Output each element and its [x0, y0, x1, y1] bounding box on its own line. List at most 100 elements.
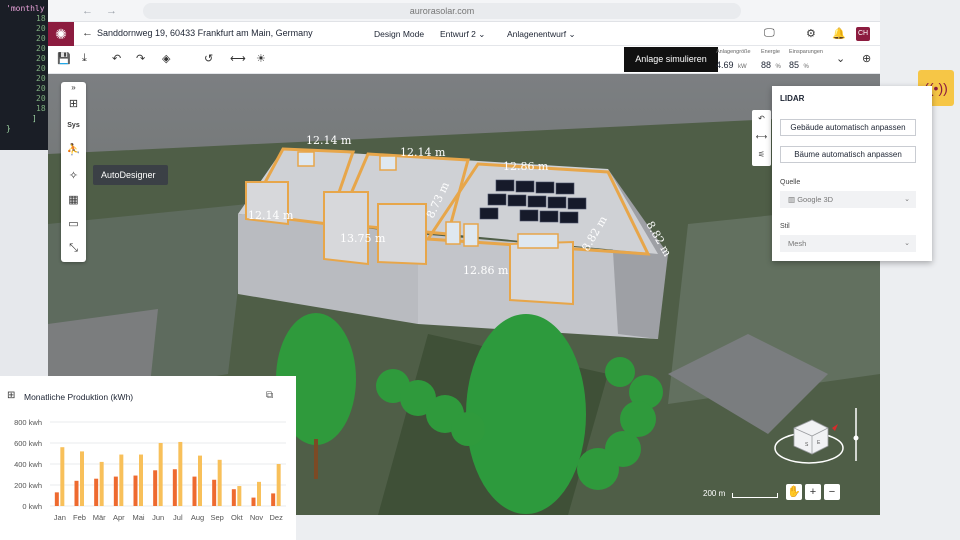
- bar: [237, 486, 242, 506]
- fit-trees-button[interactable]: Bäume automatisch anpassen: [780, 146, 916, 163]
- bar: [133, 475, 138, 506]
- save-icon[interactable]: 💾: [57, 52, 71, 65]
- roof-measure: 13.75 m: [340, 232, 386, 245]
- dormer: [323, 191, 369, 266]
- back-icon[interactable]: ←: [82, 27, 93, 39]
- bar: [60, 447, 65, 506]
- person-icon[interactable]: ⛹: [61, 140, 86, 160]
- settings-icon[interactable]: ⚙: [806, 27, 816, 40]
- measure-view-icon[interactable]: ⟷: [752, 128, 771, 146]
- chevron-down-icon: ⌄: [478, 29, 486, 39]
- chart-title: Monatliche Produktion (kWh): [24, 392, 134, 402]
- style-label: Stil: [780, 223, 790, 230]
- tree: [605, 357, 635, 387]
- sun-icon[interactable]: ☀: [256, 52, 266, 65]
- table-icon: ⊞: [7, 390, 16, 401]
- map-icon: ▥: [788, 195, 796, 204]
- tree: [466, 314, 586, 514]
- tree: [451, 412, 485, 446]
- roof-measure: 12.86 m: [503, 160, 549, 173]
- panel-grid-icon[interactable]: ▦: [61, 190, 86, 210]
- globe-icon[interactable]: ⊕: [862, 52, 871, 65]
- style-select[interactable]: Mesh ⌄: [780, 235, 916, 252]
- compass[interactable]: S E: [772, 406, 862, 476]
- y-tick-label: 600 kwh: [14, 439, 42, 448]
- rotate-view-icon[interactable]: ↶: [752, 110, 771, 128]
- monthly-production-chart: 0 kwh 200 kwh 400 kwh 600 kwh 800 kwh Jan Feb M…: [14, 418, 286, 522]
- bar: [113, 476, 118, 506]
- rotate-icon[interactable]: ↺: [204, 52, 213, 65]
- collapse-icon[interactable]: »: [61, 82, 86, 94]
- monthly-production-card: ⊞ Monatliche Produktion (kWh) ⧉ 0 kwh 200…: [0, 376, 296, 540]
- tune-icon[interactable]: ⚟: [752, 146, 771, 164]
- x-tick-label: Aug: [191, 513, 204, 522]
- bell-icon[interactable]: 🔔: [832, 27, 846, 40]
- back-arrow-icon[interactable]: ←: [82, 5, 93, 17]
- sys-tab[interactable]: Sys: [61, 116, 86, 136]
- source-select[interactable]: ▥ Google 3D ⌄: [780, 191, 916, 208]
- tool-strip: » ⊞ Sys ⛹ ✧ ▦ ▭ ⤡: [61, 82, 86, 262]
- grid-icon[interactable]: ⊞: [61, 94, 86, 114]
- draft-selector[interactable]: Entwurf 2 ⌄: [440, 29, 485, 40]
- path-icon[interactable]: ⤡: [61, 238, 86, 258]
- bar: [212, 479, 217, 506]
- measure-icon[interactable]: ⟷: [230, 52, 246, 65]
- scale-label: 200 m: [703, 489, 726, 498]
- fit-buildings-button[interactable]: Gebäude automatisch anpassen: [780, 119, 916, 136]
- hand-pan-icon[interactable]: ✋: [786, 484, 802, 500]
- bar: [198, 455, 202, 506]
- tree: [577, 448, 619, 490]
- bar: [153, 470, 158, 506]
- chevron-down-icon: ⌄: [904, 196, 910, 203]
- bar: [74, 480, 79, 506]
- roof-measure: 12.86 m: [463, 264, 509, 277]
- roof-measure: 12.14 m: [306, 134, 352, 147]
- browser-bar: ← → aurorasolar.com: [48, 0, 880, 22]
- download-icon[interactable]: ⤓: [82, 52, 87, 65]
- bar: [178, 441, 183, 506]
- aurora-logo-icon[interactable]: ✺: [48, 22, 74, 46]
- zoom-out-button[interactable]: −: [824, 484, 840, 500]
- x-tick-label: Feb: [73, 513, 86, 522]
- bar: [251, 497, 256, 506]
- y-tick-label: 400 kwh: [14, 460, 42, 469]
- bar: [99, 461, 104, 506]
- source-label: Quelle: [780, 179, 801, 186]
- y-tick-label: 800 kwh: [14, 418, 42, 427]
- layers-icon[interactable]: ◈: [162, 52, 170, 65]
- view-cube: [793, 419, 829, 455]
- system-draft-selector[interactable]: Anlagenentwurf ⌄: [507, 29, 576, 40]
- x-tick-label: Dez: [269, 513, 283, 522]
- dormer: [509, 240, 574, 306]
- bar: [257, 481, 261, 506]
- scale-bar: [732, 493, 778, 498]
- x-tick-label: Sep: [210, 513, 223, 522]
- lidar-title: LIDAR: [780, 94, 805, 103]
- bar: [80, 451, 84, 506]
- avatar[interactable]: CH: [856, 27, 870, 41]
- bar: [172, 469, 177, 506]
- y-tick-label: 200 kwh: [14, 481, 42, 490]
- bar: [94, 478, 99, 506]
- monitor-icon[interactable]: 🖵: [764, 27, 775, 40]
- undo-icon[interactable]: ↶: [112, 52, 121, 65]
- bar: [139, 454, 143, 506]
- x-tick-label: Apr: [113, 513, 125, 522]
- toolbar: 💾 ⤓ ↶ ↷ ◈ ↺ ⟷ ☀ Anlage simulieren Anlage…: [48, 46, 880, 74]
- view-side-controls: ↶ ⟷ ⚟: [752, 110, 771, 166]
- autodesigner-icon[interactable]: ✧: [61, 166, 86, 186]
- bar: [217, 459, 222, 506]
- redo-icon[interactable]: ↷: [136, 52, 145, 65]
- zoom-in-button[interactable]: +: [805, 484, 821, 500]
- forward-arrow-icon[interactable]: →: [106, 5, 117, 17]
- simulate-system-button[interactable]: Anlage simulieren: [624, 47, 718, 72]
- x-tick-label: Okt: [231, 513, 244, 522]
- metric-energy: Energie 88 %: [761, 49, 781, 70]
- solar-panels: [479, 179, 587, 224]
- project-address: Sanddornweg 19, 60433 Frankfurt am Main,…: [97, 28, 313, 38]
- copy-icon[interactable]: ⧉: [266, 390, 273, 401]
- roof-measure: 12.14 m: [248, 209, 294, 222]
- chevron-down-icon[interactable]: ⌄: [836, 52, 845, 65]
- url-bar[interactable]: aurorasolar.com: [143, 3, 741, 19]
- rectangle-icon[interactable]: ▭: [61, 214, 86, 234]
